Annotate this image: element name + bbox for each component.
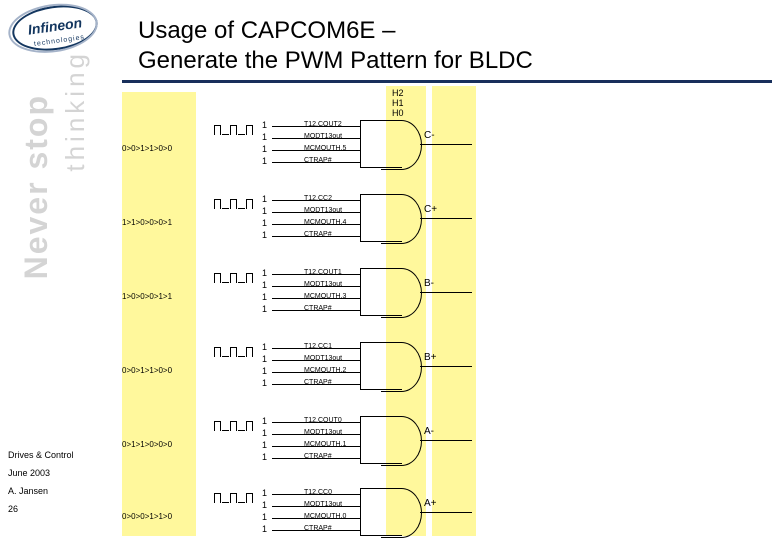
sidebar-slogan-large: Never stop — [18, 94, 55, 279]
label-h1: H1 — [392, 98, 404, 108]
bldc-diagram: H2 H1 H0 T12.COUT21MODT13out1MCMOUTH.51C… — [122, 86, 552, 538]
highlight-band-3 — [432, 86, 476, 536]
title-rule — [122, 80, 772, 83]
footer-meta: Drives & Control June 2003 A. Jansen 26 — [8, 450, 74, 522]
label-h2: H2 — [392, 88, 404, 98]
label-h0: H0 — [392, 108, 404, 118]
logo-subtext: technologies — [34, 34, 86, 48]
logo-text: Infineon — [27, 14, 83, 37]
sidebar-slogan-small: thinking — [60, 50, 91, 172]
highlight-band-1 — [122, 92, 196, 536]
infineon-logo: Infineon technologies — [12, 6, 98, 50]
page-title: Usage of CAPCOM6E – Generate the PWM Pat… — [138, 16, 533, 76]
